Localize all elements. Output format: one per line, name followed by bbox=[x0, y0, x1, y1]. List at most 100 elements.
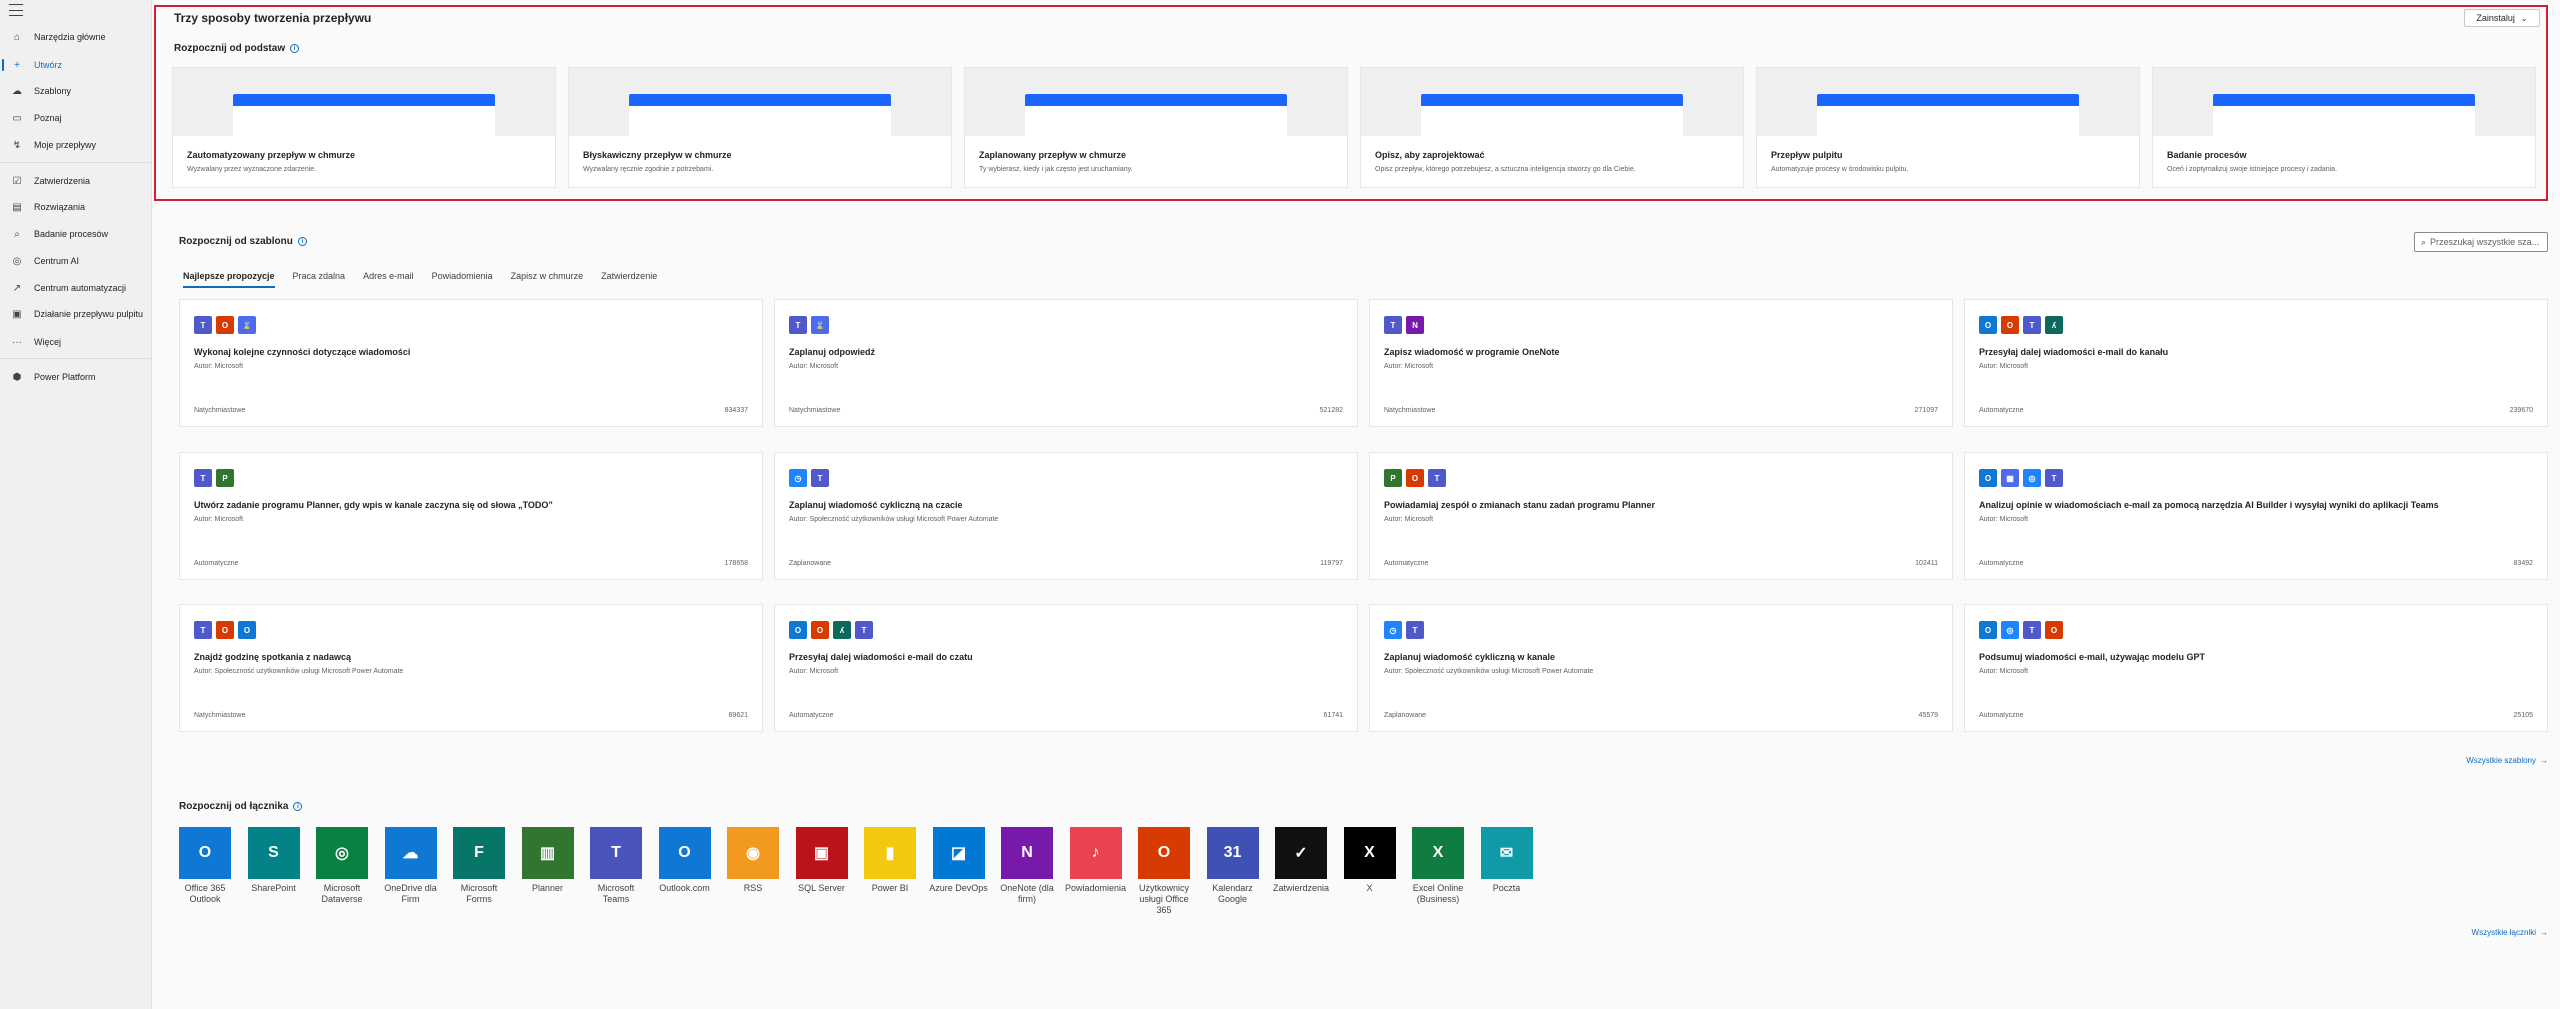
template-card[interactable]: O ◎ T O Podsumuj wiadomości e-mail, używając… bbox=[1964, 604, 2548, 732]
all-connectors-link[interactable]: Wszystkie łączniki → bbox=[2472, 928, 2548, 937]
connector-tile[interactable]: T Microsoft Teams bbox=[585, 827, 647, 905]
sidebar-item[interactable]: ☁ Szablony bbox=[0, 80, 152, 102]
install-button[interactable]: Zainstaluj ⌄ bbox=[2464, 9, 2540, 27]
connector-tile[interactable]: ✓ Zatwierdzenia bbox=[1270, 827, 1332, 894]
connector-tile[interactable]: ◉ RSS bbox=[722, 827, 784, 894]
template-tab[interactable]: Powiadomienia bbox=[432, 268, 493, 288]
connector-tile[interactable]: N OneNote (dla firm) bbox=[996, 827, 1058, 905]
connector-icon: P bbox=[216, 469, 234, 487]
template-usage-count: 271097 bbox=[1914, 407, 1938, 414]
connector-tile[interactable]: ▥ Planner bbox=[517, 827, 579, 894]
template-usage-count: 119797 bbox=[1320, 560, 1343, 567]
connector-tile[interactable]: ▣ SQL Server bbox=[791, 827, 853, 894]
connector-icon: O bbox=[811, 621, 829, 639]
create-option-card[interactable]: Zautomatyzowany przepływ w chmurze Wyzwal… bbox=[172, 67, 556, 188]
template-search-input[interactable]: ⌕ Przeszukaj wszystkie sza... bbox=[2414, 232, 2548, 252]
card-description: Opisz przepływ, którego potrzebujesz, a … bbox=[1375, 166, 1636, 173]
illustration-panel bbox=[629, 106, 891, 136]
sidebar-item[interactable]: ⌕ Badanie procesów bbox=[0, 223, 152, 245]
connector-tile[interactable]: O Użytkownicy usługi Office 365 bbox=[1133, 827, 1195, 916]
create-option-card[interactable]: Badanie procesów Oceń i zoptymalizuj swoj… bbox=[2152, 67, 2536, 188]
hamburger-menu-icon[interactable] bbox=[9, 4, 23, 16]
template-card[interactable]: O Oʎ T Przesyłaj dalej wiadomości e-mail do… bbox=[774, 604, 1358, 732]
illustration-panel bbox=[1025, 106, 1287, 136]
install-button-label: Zainstaluj bbox=[2476, 13, 2515, 23]
template-card[interactable]: T ⌛ Zaplanuj odpowiedź Autor: Microsoft Naty… bbox=[774, 299, 1358, 427]
sidebar-divider bbox=[0, 162, 152, 163]
template-type: Automatyczne bbox=[194, 560, 239, 567]
sidebar-item[interactable]: + Utwórz bbox=[0, 54, 152, 76]
connector-label: X bbox=[1366, 883, 1373, 893]
connector-tile[interactable]: O Office 365 Outlook bbox=[174, 827, 236, 905]
sidebar-item[interactable]: ↗ Centrum automatyzacji bbox=[0, 277, 152, 299]
sidebar-item[interactable]: ◎ Centrum AI bbox=[0, 250, 152, 272]
template-tab[interactable]: Praca zdalna bbox=[293, 268, 346, 288]
connector-tile[interactable]: S SharePoint bbox=[243, 827, 305, 894]
connector-icon: P bbox=[1384, 469, 1402, 487]
template-card[interactable]: ◷ T Zaplanuj wiadomość cykliczną w kanale A… bbox=[1369, 604, 1953, 732]
template-usage-count: 69621 bbox=[728, 712, 748, 719]
connector-tile[interactable]: ▮ Power BI bbox=[859, 827, 921, 894]
sidebar-item[interactable]: ▭ Poznaj bbox=[0, 107, 152, 129]
template-tab[interactable]: Adres e-mail bbox=[363, 268, 414, 288]
connector-label: Microsoft Teams bbox=[597, 883, 635, 904]
template-tab[interactable]: Zapisz w chmurze bbox=[511, 268, 584, 288]
template-author: Autor: Microsoft bbox=[789, 363, 839, 370]
info-icon[interactable]: i bbox=[297, 237, 307, 246]
sidebar-item[interactable]: ⬢ Power Platform bbox=[0, 366, 152, 388]
connector-label: Azure DevOps bbox=[929, 883, 988, 893]
template-card[interactable]: ◷ T Zaplanuj wiadomość cykliczną na czacie… bbox=[774, 452, 1358, 580]
template-title: Przesyłaj dalej wiadomości e-mail do cza… bbox=[789, 652, 973, 662]
template-title: Analizuj opinie w wiadomościach e-mail z… bbox=[1979, 500, 2439, 510]
template-card[interactable]: O ▦ ◎ T Analizuj opinie w wiadomościach e-ma… bbox=[1964, 452, 2548, 580]
template-card[interactable]: T O ⌛ Wykonaj kolejne czynności dotyczące w… bbox=[179, 299, 763, 427]
connector-tile[interactable]: ♪ Powiadomienia bbox=[1065, 827, 1127, 894]
sidebar-item[interactable]: ↯ Moje przepływy bbox=[0, 134, 152, 156]
connector-tile[interactable]: 31 Kalendarz Google bbox=[1202, 827, 1264, 905]
connector-tile[interactable]: X Excel Online (Business) bbox=[1407, 827, 1469, 905]
sidebar-item[interactable]: ··· Więcej bbox=[0, 331, 152, 353]
connector-icons: T ⌛ bbox=[789, 316, 829, 334]
card-illustration bbox=[1757, 68, 2139, 136]
template-type: Automatyczne bbox=[789, 712, 834, 719]
create-option-card[interactable]: Zaplanowany przepływ w chmurze Ty wybiera… bbox=[964, 67, 1348, 188]
sidebar-item-label: Szablony bbox=[34, 86, 72, 96]
connector-tile[interactable]: F Microsoft Forms bbox=[448, 827, 510, 905]
sidebar-item[interactable]: ▣ Działanie przepływu pulpitu bbox=[0, 303, 152, 325]
template-card[interactable]: P O T Powiadamiaj zespół o zmianach stanu z… bbox=[1369, 452, 1953, 580]
teams-icon: T bbox=[590, 827, 642, 879]
sidebar-item[interactable]: ▤ Rozwiązania bbox=[0, 196, 152, 218]
connector-icon: ◎ bbox=[2001, 621, 2019, 639]
template-tab[interactable]: Najlepsze propozycje bbox=[183, 268, 275, 288]
create-option-card[interactable]: Opisz, aby zaprojektować Opisz przepływ, … bbox=[1360, 67, 1744, 188]
info-icon[interactable]: i bbox=[290, 44, 300, 53]
all-templates-link[interactable]: Wszystkie szablony → bbox=[2466, 756, 2548, 765]
connector-tile[interactable]: ✉ Poczta bbox=[1476, 827, 1538, 894]
connector-tile[interactable]: ◪ Azure DevOps bbox=[928, 827, 990, 894]
template-tabs: Najlepsze propozycje Praca zdalna Adres e-… bbox=[183, 268, 657, 288]
connector-tile[interactable]: XX bbox=[1339, 827, 1401, 894]
connector-tile[interactable]: ☁ OneDrive dla Firm bbox=[380, 827, 442, 905]
connector-tile[interactable]: O Outlook.com bbox=[654, 827, 716, 894]
connector-label: Planner bbox=[531, 883, 564, 893]
connector-icon: ◎ bbox=[2023, 469, 2041, 487]
connector-label: Powiadomienia bbox=[1064, 883, 1127, 893]
illustration-bar bbox=[1817, 94, 2079, 106]
sidebar-item[interactable]: ⌂ Narzędzia główne bbox=[0, 26, 152, 48]
template-card[interactable]: T O O Znajdź godzinę spotkania z nadawcą Aut… bbox=[179, 604, 763, 732]
template-usage-count: 102411 bbox=[1915, 560, 1938, 567]
template-card[interactable]: O O Tʎ Przesyłaj dalej wiadomości e-mail do… bbox=[1964, 299, 2548, 427]
info-icon[interactable]: i bbox=[293, 802, 303, 811]
card-description: Wyzwalany przez wyznaczone zdarzenie. bbox=[187, 166, 317, 173]
connector-tile[interactable]: ◎ Microsoft Dataverse bbox=[311, 827, 373, 905]
create-option-card[interactable]: Błyskawiczny przepływ w chmurze Wyzwalany… bbox=[568, 67, 952, 188]
power-bi-icon: ▮ bbox=[864, 827, 916, 879]
template-card[interactable]: T N Zapisz wiadomość w programie OneNote Au… bbox=[1369, 299, 1953, 427]
template-card[interactable]: T P Utwórz zadanie programu Planner, gdy w… bbox=[179, 452, 763, 580]
template-type: Natychmiastowe bbox=[194, 712, 246, 719]
create-option-card[interactable]: Przepływ pulpitu Automatyzuje procesy w ś… bbox=[1756, 67, 2140, 188]
template-author: Autor: Microsoft bbox=[1979, 668, 2029, 675]
sidebar-item[interactable]: ☑ Zatwierdzenia bbox=[0, 170, 152, 192]
template-type: Automatyczne bbox=[1979, 407, 2024, 414]
template-tab[interactable]: Zatwierdzenie bbox=[601, 268, 657, 288]
